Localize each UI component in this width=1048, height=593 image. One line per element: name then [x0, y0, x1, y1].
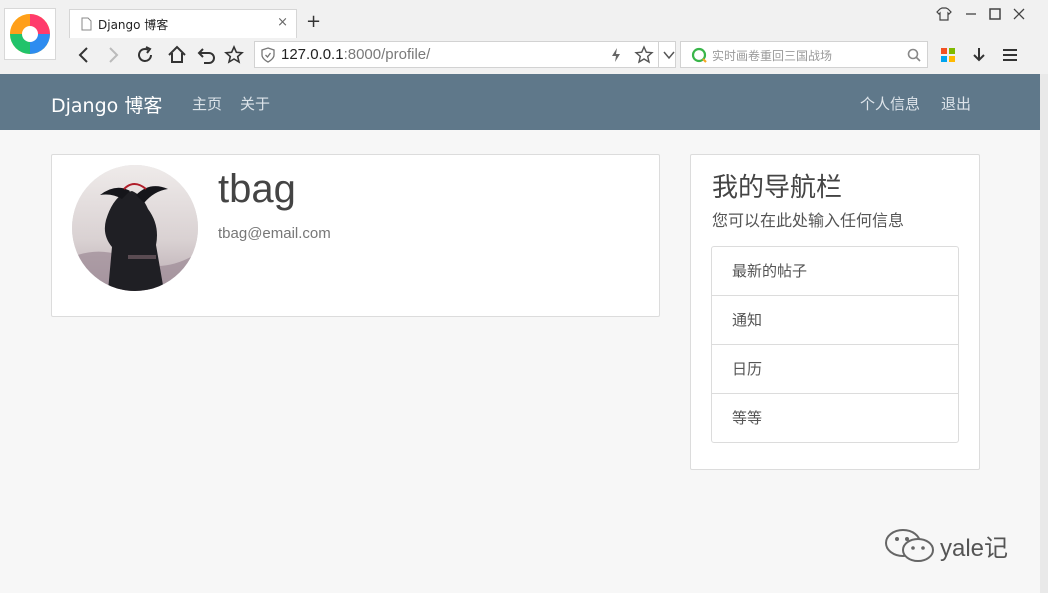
browser-tab[interactable]: Django 博客 × [69, 9, 297, 38]
sidebar-item-etc[interactable]: 等等 [712, 394, 958, 442]
address-bar[interactable]: 127.0.0.1:8000/profile/ [254, 41, 676, 68]
undo-icon[interactable] [196, 44, 218, 66]
page-icon [81, 17, 92, 31]
download-icon[interactable] [971, 46, 987, 64]
wechat-icon [885, 529, 934, 562]
nav-link-about[interactable]: 关于 [240, 93, 270, 114]
url-text[interactable]: 127.0.0.1:8000/profile/ [281, 46, 430, 63]
url-host: 127.0.0.1 [281, 46, 344, 63]
menu-icon[interactable] [1002, 47, 1018, 63]
profile-card: tbag tbag@email.com [51, 154, 660, 317]
profile-username: tbag [218, 167, 296, 211]
sidebar-item-latest-posts[interactable]: 最新的帖子 [712, 247, 958, 296]
close-window-icon[interactable] [1010, 6, 1028, 22]
search-placeholder: 实时画卷重回三国战场 [712, 49, 833, 63]
new-tab-button[interactable]: + [306, 12, 321, 32]
home-icon[interactable] [166, 44, 188, 66]
forward-icon[interactable] [102, 44, 124, 66]
page-content: tbag tbag@email.com 我的导航栏 您可以在此处输入任何信息 最… [0, 130, 1040, 593]
lightning-icon[interactable] [611, 47, 621, 63]
profile-email: tbag@email.com [218, 225, 331, 242]
sidebar-item-notifications[interactable]: 通知 [712, 296, 958, 345]
skin-icon[interactable] [935, 6, 953, 22]
apps-grid-icon[interactable] [941, 48, 955, 62]
back-icon[interactable] [73, 44, 95, 66]
minimize-icon[interactable] [962, 6, 980, 22]
browser-chrome: Django 博客 × + 127.0.0.1:8000/profile/ 实时… [0, 0, 1048, 74]
url-path: :8000/profile/ [343, 46, 431, 63]
nav-link-logout[interactable]: 退出 [941, 93, 971, 114]
bookmark-star-icon[interactable] [223, 44, 245, 66]
site-navbar: Django 博客 主页 关于 个人信息 退出 [0, 74, 1040, 130]
address-divider [658, 41, 659, 68]
site-brand[interactable]: Django 博客 [51, 91, 162, 118]
maximize-icon[interactable] [986, 6, 1004, 22]
sidebar-description: 您可以在此处输入任何信息 [712, 211, 905, 230]
sidebar-title: 我的导航栏 [712, 173, 843, 203]
search-engine-icon [691, 47, 707, 63]
favorite-star-icon[interactable] [634, 45, 654, 65]
search-box[interactable]: 实时画卷重回三国战场 [680, 41, 928, 68]
sidebar-card: 我的导航栏 您可以在此处输入任何信息 最新的帖子 通知 日历 等等 [690, 154, 980, 470]
avatar [72, 165, 198, 291]
browser-logo-icon[interactable] [4, 8, 56, 60]
tab-close-icon[interactable]: × [277, 15, 288, 30]
nav-link-profile[interactable]: 个人信息 [860, 93, 920, 114]
nav-link-home[interactable]: 主页 [192, 93, 222, 114]
reload-icon[interactable] [134, 44, 156, 66]
shield-icon [261, 47, 275, 63]
watermark-text: yale记 [940, 535, 1009, 562]
scrollbar-track[interactable] [1040, 74, 1048, 593]
sidebar-item-calendar[interactable]: 日历 [712, 345, 958, 394]
chevron-down-icon[interactable] [661, 48, 677, 62]
sidebar-list: 最新的帖子 通知 日历 等等 [711, 246, 959, 443]
tab-title: Django 博客 [98, 18, 169, 32]
search-icon[interactable] [907, 48, 921, 62]
